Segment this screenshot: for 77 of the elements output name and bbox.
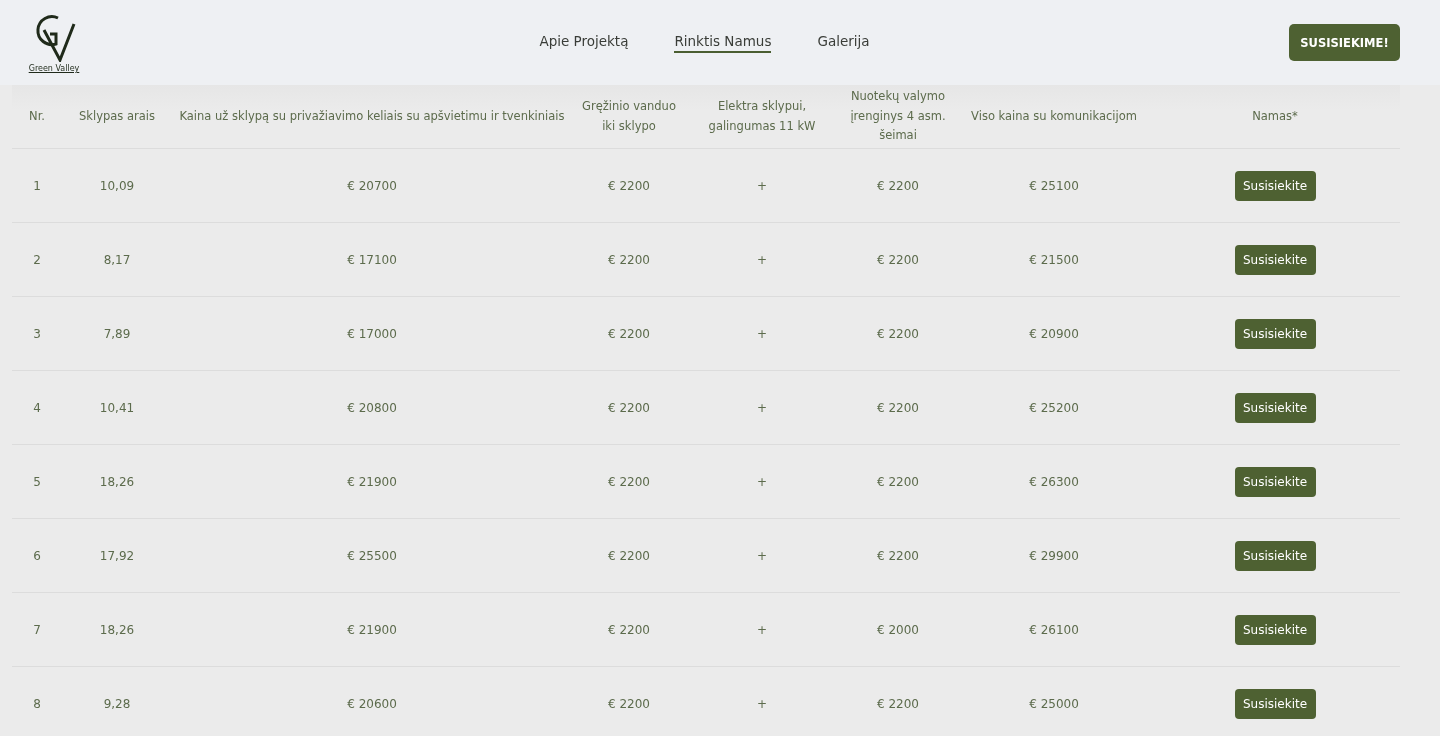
nav-link[interactable]: Rinktis Namus bbox=[674, 32, 772, 53]
table-cell: € 20900 bbox=[1029, 326, 1079, 341]
table-cell: 10,41 bbox=[99, 400, 135, 415]
table-cell: € 2200 bbox=[608, 326, 650, 341]
contact-button[interactable]: Susisiekite bbox=[1234, 540, 1316, 571]
contact-button[interactable]: Susisiekite bbox=[1234, 244, 1316, 275]
table-cell: € 2200 bbox=[608, 400, 650, 415]
table-cell: € 25500 bbox=[347, 548, 397, 563]
table-cell: € 25000 bbox=[1029, 696, 1079, 711]
logo-name: Green Valley bbox=[28, 64, 80, 73]
table-cell: 5 bbox=[33, 474, 41, 489]
table-cell: + bbox=[756, 474, 768, 489]
contact-button[interactable]: SUSISIEKIME! bbox=[1289, 24, 1400, 61]
column-header: Kaina už sklypą su privažiavimo keliais su apšvietimu ir tvenkiniais bbox=[178, 107, 566, 125]
column-header: Elektra sklypui, galingumas 11 kW bbox=[707, 98, 817, 135]
table-cell: € 17100 bbox=[347, 252, 397, 267]
table-cell: € 17000 bbox=[347, 326, 397, 341]
table-cell: + bbox=[756, 400, 768, 415]
table-cell: € 2000 bbox=[877, 622, 919, 637]
nav-link[interactable]: Galerija bbox=[817, 32, 870, 53]
table-cell: + bbox=[756, 252, 768, 267]
table-cell: 18,26 bbox=[99, 622, 135, 637]
table-cell: € 2200 bbox=[877, 178, 919, 193]
contact-button[interactable]: Susisiekite bbox=[1234, 688, 1316, 719]
contact-button[interactable]: Susisiekite bbox=[1234, 614, 1316, 645]
table-cell: € 2200 bbox=[608, 474, 650, 489]
column-header: Viso kaina su komunikacijom bbox=[970, 107, 1138, 125]
table-cell: € 2200 bbox=[877, 252, 919, 267]
table-cell: + bbox=[756, 622, 768, 637]
table-cell: € 2200 bbox=[608, 178, 650, 193]
table-cell: 6 bbox=[33, 548, 41, 563]
table-cell: + bbox=[756, 326, 768, 341]
table-cell: 7,89 bbox=[103, 326, 131, 341]
table-cell: 7 bbox=[33, 622, 41, 637]
column-header: Gręžinio vanduo iki sklypo bbox=[581, 98, 677, 135]
table-cell: € 26300 bbox=[1029, 474, 1079, 489]
table-cell: 17,92 bbox=[99, 548, 135, 563]
table-cell: € 29900 bbox=[1029, 548, 1079, 563]
contact-button[interactable]: Susisiekite bbox=[1234, 318, 1316, 349]
table-cell: € 20700 bbox=[347, 178, 397, 193]
table-cell: 8,17 bbox=[103, 252, 131, 267]
table-cell: 4 bbox=[33, 400, 41, 415]
table-cell: 8 bbox=[33, 696, 41, 711]
table-cell: € 2200 bbox=[877, 696, 919, 711]
table-cell: + bbox=[756, 548, 768, 563]
table-cell: 3 bbox=[33, 326, 41, 341]
table-cell: € 2200 bbox=[877, 474, 919, 489]
table-cell: € 2200 bbox=[608, 548, 650, 563]
table-cell: € 2200 bbox=[877, 400, 919, 415]
table-cell: € 2200 bbox=[608, 622, 650, 637]
table-cell: € 20600 bbox=[347, 696, 397, 711]
table-cell: € 2200 bbox=[877, 548, 919, 563]
table-cell: € 25100 bbox=[1029, 178, 1079, 193]
column-header: Nr. bbox=[28, 107, 46, 125]
table-cell: + bbox=[756, 696, 768, 711]
table-cell: € 25200 bbox=[1029, 400, 1079, 415]
table-cell: 18,26 bbox=[99, 474, 135, 489]
table-cell: € 21900 bbox=[347, 474, 397, 489]
table-cell: 9,28 bbox=[103, 696, 131, 711]
table-cell: + bbox=[756, 178, 768, 193]
column-header: Sklypas arais bbox=[78, 107, 156, 125]
table-cell: € 2200 bbox=[608, 696, 650, 711]
table-cell: € 2200 bbox=[608, 252, 650, 267]
column-header: Nuotekų valymo įrenginys 4 asm. šeimai bbox=[849, 88, 947, 145]
contact-button[interactable]: Susisiekite bbox=[1234, 170, 1316, 201]
table-cell: 1 bbox=[33, 178, 41, 193]
nav-link[interactable]: Apie Projektą bbox=[539, 32, 629, 53]
table-cell: € 20800 bbox=[347, 400, 397, 415]
table-cell: 2 bbox=[33, 252, 41, 267]
table-cell: 10,09 bbox=[99, 178, 135, 193]
table-cell: € 21500 bbox=[1029, 252, 1079, 267]
table-cell: € 26100 bbox=[1029, 622, 1079, 637]
column-header: Namas* bbox=[1251, 107, 1299, 125]
table-cell: € 21900 bbox=[347, 622, 397, 637]
contact-button[interactable]: Susisiekite bbox=[1234, 392, 1316, 423]
contact-button[interactable]: Susisiekite bbox=[1234, 466, 1316, 497]
table-cell: € 2200 bbox=[877, 326, 919, 341]
